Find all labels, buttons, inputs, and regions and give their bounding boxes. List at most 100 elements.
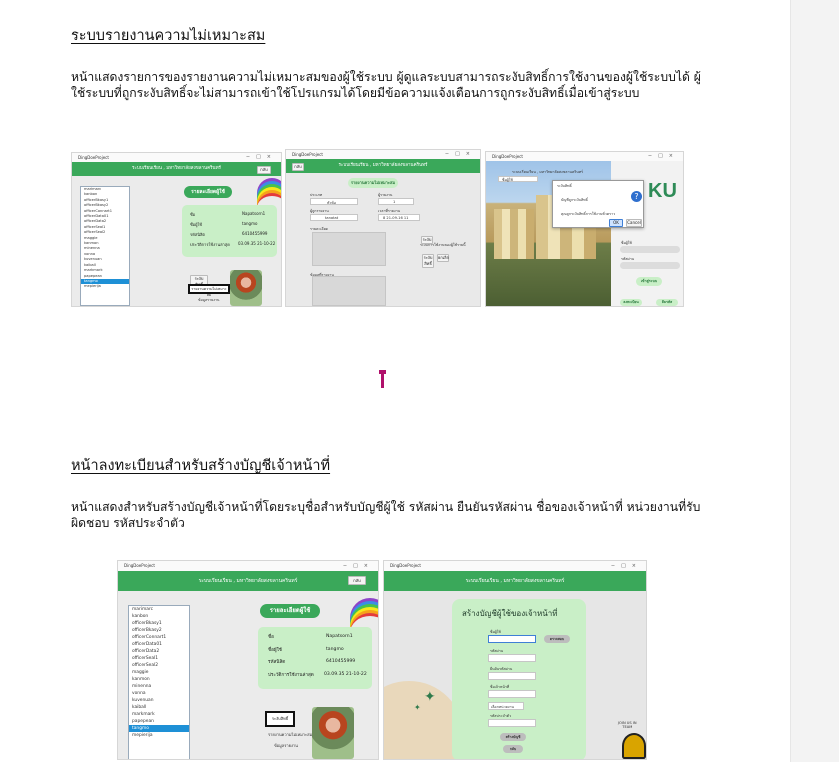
list-item[interactable]: maggie bbox=[129, 669, 189, 676]
profile-value: 6410455999 bbox=[242, 231, 268, 236]
section-heading-report: ระบบรายงานความไม่เหมาะสม bbox=[71, 28, 266, 44]
window-titlebar: DingDoeProject −□× bbox=[486, 152, 683, 161]
side-gutter bbox=[790, 0, 839, 762]
bell-icon bbox=[622, 733, 646, 759]
dialog-message: บัญชีถูกระงับสิทธิ์ bbox=[561, 198, 588, 202]
list-item[interactable]: officerData2 bbox=[129, 648, 189, 655]
list-item[interactable]: mepierija bbox=[81, 284, 129, 289]
app-header: ระบบเรียนเรียน , มหาวิทยาลัยสงขลานครินทร… bbox=[118, 571, 378, 591]
reg-back-button[interactable]: กลับ bbox=[503, 745, 523, 753]
login-button[interactable]: เข้าสู่ระบบ bbox=[636, 277, 662, 286]
list-item[interactable]: minenna bbox=[129, 683, 189, 690]
profile-picture bbox=[312, 707, 354, 759]
list-item[interactable]: markmark bbox=[129, 711, 189, 718]
report-type-field: หัวข้อ bbox=[310, 198, 358, 205]
screenshot-report-detail: DingDoeProject −□× ระบบเรียนเรียน , มหาวิ… bbox=[285, 149, 481, 307]
profile-title: รายละเอียดผู้ใช้ bbox=[184, 186, 232, 198]
list-item[interactable]: officerSeal1 bbox=[129, 655, 189, 662]
detail-link[interactable]: ข้อมูลรายงาน bbox=[198, 297, 219, 303]
login-password-input[interactable] bbox=[620, 262, 680, 269]
reg-username-input[interactable] bbox=[488, 635, 536, 643]
report-link[interactable]: รายงานความไม่เหมาะสม bbox=[188, 284, 230, 297]
profile-value: tangmo bbox=[326, 647, 344, 652]
dialog-title: ระงับสิทธิ์ bbox=[557, 184, 572, 188]
profile-panel bbox=[258, 627, 372, 689]
reg-name-input[interactable] bbox=[488, 690, 536, 698]
list-item[interactable]: officerBkasy2 bbox=[129, 627, 189, 634]
dialog-ok-button[interactable]: OK bbox=[609, 219, 623, 227]
sparkle-icon: ✦ bbox=[414, 703, 421, 712]
list-item[interactable]: officerSeal2 bbox=[129, 662, 189, 669]
profile-label: รหัสนิสิต bbox=[190, 232, 205, 237]
window-titlebar: DingDoeProject −□× bbox=[118, 561, 378, 571]
ban-button-highlighted[interactable]: ระงับสิทธิ์ bbox=[265, 711, 295, 727]
list-item[interactable]: kanmon bbox=[129, 676, 189, 683]
list-item[interactable]: officerBkasy1 bbox=[129, 620, 189, 627]
reg-confirm-input[interactable] bbox=[488, 672, 536, 680]
list-item[interactable]: mepierija bbox=[129, 732, 189, 739]
report-link[interactable]: รายงานความไม่เหมาะสม bbox=[268, 731, 312, 738]
section-paragraph-report: หน้าแสดงรายการของรายงานความไม่เหมาะสมของ… bbox=[71, 70, 701, 100]
time-field: 8 21-09-16 11 bbox=[378, 214, 420, 221]
back-button[interactable]: กลับ bbox=[257, 166, 271, 174]
list-item[interactable]: kanbon bbox=[129, 613, 189, 620]
profile-value: Napatsorn1 bbox=[242, 211, 266, 216]
detail-link[interactable]: ข้อมูลรายงาน bbox=[274, 742, 298, 749]
reg-side-text: JOIN US IN TEAM bbox=[618, 721, 637, 729]
reg-department-dropdown[interactable]: เลือกหน่วยงาน bbox=[488, 702, 524, 710]
section-heading-register: หน้าลงทะเบียนสำหรับสร้างบัญชีเจ้าหน้าที่ bbox=[71, 458, 331, 474]
suspend-confirm-button[interactable]: ระงับสิทธิ์ bbox=[422, 254, 434, 268]
list-item[interactable]: kaiball bbox=[129, 704, 189, 711]
list-item[interactable]: vonna bbox=[129, 690, 189, 697]
dialog-detail: คุณถูกระงับสิทธิ์การใช้งานชั่วคราว bbox=[561, 212, 616, 216]
cancel-button[interactable]: ยกเลิก bbox=[437, 254, 449, 262]
profile-picture bbox=[230, 270, 262, 306]
section-paragraph-register: หน้าแสดงสำหรับสร้างบัญชีเจ้าหน้าที่โดยระ… bbox=[71, 500, 701, 530]
back-button[interactable]: กลับ bbox=[292, 163, 304, 171]
list-item[interactable]: officerData01 bbox=[129, 641, 189, 648]
users-listbox[interactable]: marimarc kanbon officerBkasy1 officerBka… bbox=[80, 186, 130, 306]
reg-check-button[interactable]: ตรวจสอบ bbox=[544, 635, 570, 643]
sparkle-icon: ✦ bbox=[424, 689, 436, 705]
list-item[interactable]: marimarc bbox=[129, 606, 189, 613]
reporter-field: 1 bbox=[378, 198, 414, 205]
screenshot-login-suspended: DingDoeProject −□× ระบบเรียนเรียน , มหาวิ… bbox=[485, 151, 684, 307]
login-title: ระบบเรียนเรียน , มหาวิทยาลัยสงขลานครินทร… bbox=[512, 170, 584, 174]
list-item[interactable]: papepean bbox=[129, 718, 189, 725]
forgot-button[interactable]: ลืมรหัส bbox=[656, 299, 678, 306]
list-item-selected[interactable]: tangmo bbox=[129, 725, 189, 732]
window-titlebar: DingDoeProject −□× bbox=[384, 561, 646, 571]
reg-submit-button[interactable]: สร้างบัญชี bbox=[500, 733, 526, 741]
profile-value: 03.09.35 21-10-22 bbox=[324, 672, 367, 677]
users-listbox[interactable]: marimarc kanbon officerBkasy1 officerBka… bbox=[128, 605, 190, 759]
list-item[interactable]: officerConnart1 bbox=[129, 634, 189, 641]
reported-field: tanatat bbox=[310, 214, 358, 221]
ok-suspend-button[interactable]: ระงับ bbox=[421, 236, 433, 244]
profile-label: ชื่อ bbox=[268, 635, 274, 640]
profile-label: ชื่อ bbox=[190, 212, 196, 217]
profile-value: 6410455999 bbox=[326, 659, 356, 664]
register-button[interactable]: ลงทะเบียน bbox=[620, 299, 642, 306]
register-title: สร้างบัญชีผู้ใช้ของเจ้าหน้าที่ bbox=[462, 609, 558, 618]
reg-password-input[interactable] bbox=[488, 654, 536, 662]
university-logo: KU bbox=[648, 180, 677, 202]
profile-label: ประวัติการใช้งานล่าสุด bbox=[190, 242, 230, 247]
profile-value: tangmo bbox=[242, 221, 258, 226]
report-title: รายงานความไม่เหมาะสม bbox=[348, 178, 398, 188]
username-field[interactable]: ชื่อผู้ใช้ bbox=[498, 176, 538, 182]
profile-label: ชื่อผู้ใช้ bbox=[190, 222, 203, 227]
profile-label: รหัสนิสิต bbox=[268, 660, 286, 665]
profile-value: Napatsorn1 bbox=[326, 634, 353, 639]
dialog-cancel-button[interactable]: Cancel bbox=[626, 219, 642, 227]
back-button[interactable]: กลับ bbox=[348, 576, 366, 585]
login-username-input[interactable] bbox=[620, 246, 680, 253]
app-header: ระบบเรียนเรียน , มหาวิทยาลัยสงขลานครินทร… bbox=[72, 162, 281, 176]
screenshot-register-officer: DingDoeProject −□× ระบบเรียนเรียน , มหาวิ… bbox=[383, 560, 647, 760]
list-item[interactable]: kuvenuan bbox=[129, 697, 189, 704]
profile-value: 03.09.35 21-10-22 bbox=[238, 241, 276, 246]
reg-id-input[interactable] bbox=[488, 719, 536, 727]
screenshot-user-detail: DingDoeProject −□× ระบบเรียนเรียน , มหาวิ… bbox=[71, 152, 282, 307]
profile-label: ประวัติการใช้งานล่าสุด bbox=[268, 673, 314, 678]
profile-label: ชื่อผู้ใช้ bbox=[268, 648, 282, 653]
question-icon: ? bbox=[631, 191, 642, 202]
